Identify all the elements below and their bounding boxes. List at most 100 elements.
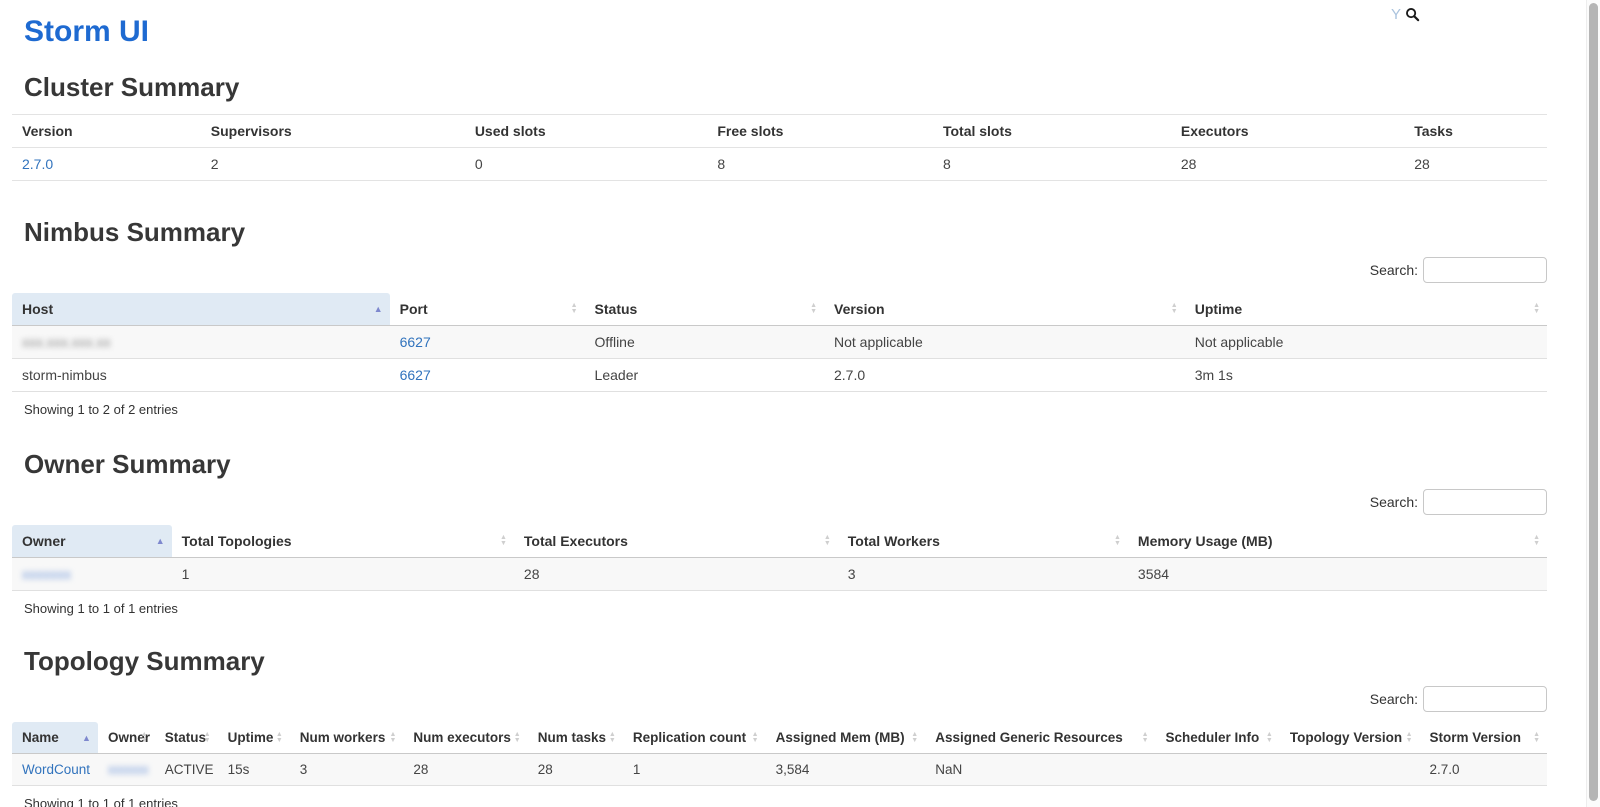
owner-entries-info: Showing 1 to 1 of 1 entries	[24, 601, 1547, 616]
col-nimbus-version[interactable]: Version▲▼	[824, 293, 1185, 326]
cluster-summary-table: Version Supervisors Used slots Free slot…	[12, 114, 1547, 181]
col-scheduler-info[interactable]: Scheduler Info▲▼	[1156, 722, 1280, 754]
topology-search-label: Search:	[1370, 691, 1418, 707]
col-num-executors[interactable]: Num executors▲▼	[403, 722, 527, 754]
topology-num-tasks: 28	[528, 754, 623, 786]
nimbus-port-link[interactable]: 6627	[400, 367, 431, 383]
col-port[interactable]: Port▲▼	[390, 293, 585, 326]
topology-num-workers: 3	[290, 754, 404, 786]
col-topo-status[interactable]: Status▲▼	[155, 722, 218, 754]
col-host[interactable]: Host▲	[12, 293, 390, 326]
owner-summary-heading: Owner Summary	[24, 449, 1547, 480]
col-status[interactable]: Status▲▼	[585, 293, 824, 326]
topology-name-link[interactable]: WordCount	[22, 762, 90, 777]
owner-memory-usage: 3584	[1128, 558, 1547, 591]
sort-icon: ▲▼	[276, 732, 283, 744]
sort-icon: ▲▼	[389, 732, 396, 744]
sort-icon: ▲▼	[609, 732, 616, 744]
col-supervisors: Supervisors	[201, 115, 465, 148]
sort-icon: ▲▼	[1171, 303, 1178, 315]
topology-num-executors: 28	[403, 754, 527, 786]
owner-summary-table: Owner▲ Total Topologies▲▼ Total Executor…	[12, 525, 1547, 591]
nimbus-host: storm-nimbus	[12, 359, 390, 392]
owner-total-workers: 3	[838, 558, 1128, 591]
sort-icon: ▲▼	[1114, 535, 1121, 547]
nimbus-uptime: 3m 1s	[1185, 359, 1547, 392]
owner-total-executors: 28	[514, 558, 838, 591]
col-topo-owner[interactable]: Owner▲▼	[98, 722, 155, 754]
owner-name-redacted[interactable]: xxxxxxx	[22, 566, 71, 582]
topology-scheduler-info	[1156, 754, 1280, 786]
sort-icon: ▲▼	[824, 535, 831, 547]
sort-icon: ▲▼	[500, 535, 507, 547]
col-num-tasks[interactable]: Num tasks▲▼	[528, 722, 623, 754]
sort-icon: ▲▼	[1266, 732, 1273, 744]
col-total-workers[interactable]: Total Workers▲▼	[838, 525, 1128, 558]
topology-owner-redacted[interactable]: xxxxxx	[108, 762, 149, 777]
topology-storm-version: 2.7.0	[1420, 754, 1548, 786]
topology-summary-heading: Topology Summary	[24, 646, 1547, 677]
col-assigned-generic-resources[interactable]: Assigned Generic Resources▲▼	[925, 722, 1155, 754]
owner-search-input[interactable]	[1423, 489, 1547, 515]
topology-summary-table: Name▲ Owner▲▼ Status▲▼ Uptime▲▼ Num work…	[12, 722, 1547, 786]
owner-total-topologies: 1	[172, 558, 514, 591]
col-name[interactable]: Name▲	[12, 722, 98, 754]
cluster-executors: 28	[1171, 148, 1404, 181]
cluster-total-slots: 8	[933, 148, 1171, 181]
cluster-used-slots: 0	[465, 148, 708, 181]
nimbus-search-label: Search:	[1370, 262, 1418, 278]
owner-search: Search:	[12, 489, 1547, 515]
col-topo-uptime[interactable]: Uptime▲▼	[218, 722, 290, 754]
cluster-supervisors: 2	[201, 148, 465, 181]
col-used-slots: Used slots	[465, 115, 708, 148]
nimbus-host-redacted: xxx.xxx.xxx.xx	[22, 334, 111, 350]
cluster-tasks: 28	[1404, 148, 1547, 181]
sort-asc-icon: ▲	[374, 304, 383, 314]
sort-icon: ▲▼	[141, 732, 148, 744]
topology-assigned-generic-resources: NaN	[925, 754, 1155, 786]
topology-search-input[interactable]	[1423, 686, 1547, 712]
topology-entries-info: Showing 1 to 1 of 1 entries	[24, 796, 1547, 807]
sort-icon: ▲▼	[571, 303, 578, 315]
nimbus-summary-table: Host▲ Port▲▼ Status▲▼ Version▲▼ Uptime▲▼…	[12, 293, 1547, 392]
topology-replication-count: 1	[623, 754, 766, 786]
owner-header-row: Owner▲ Total Topologies▲▼ Total Executor…	[12, 525, 1547, 558]
nimbus-search: Search:	[12, 257, 1547, 283]
col-executors: Executors	[1171, 115, 1404, 148]
topology-header-row: Name▲ Owner▲▼ Status▲▼ Uptime▲▼ Num work…	[12, 722, 1547, 754]
nimbus-row: storm-nimbus 6627 Leader 2.7.0 3m 1s	[12, 359, 1547, 392]
sort-icon: ▲▼	[514, 732, 521, 744]
sort-icon: ▲▼	[752, 732, 759, 744]
sort-icon: ▲▼	[1142, 732, 1149, 744]
sort-icon: ▲▼	[810, 303, 817, 315]
owner-search-label: Search:	[1370, 494, 1418, 510]
col-replication-count[interactable]: Replication count▲▼	[623, 722, 766, 754]
topology-status: ACTIVE	[155, 754, 218, 786]
nimbus-search-input[interactable]	[1423, 257, 1547, 283]
col-memory-usage[interactable]: Memory Usage (MB)▲▼	[1128, 525, 1547, 558]
nimbus-entries-info: Showing 1 to 2 of 2 entries	[24, 402, 1547, 417]
topology-row: WordCount xxxxxx ACTIVE 15s 3 28 28 1 3,…	[12, 754, 1547, 786]
col-total-executors[interactable]: Total Executors▲▼	[514, 525, 838, 558]
col-storm-version[interactable]: Storm Version▲▼	[1420, 722, 1548, 754]
col-uptime[interactable]: Uptime▲▼	[1185, 293, 1547, 326]
app-title-link[interactable]: Storm UI	[24, 0, 1547, 49]
topology-uptime: 15s	[218, 754, 290, 786]
col-total-slots: Total slots	[933, 115, 1171, 148]
col-assigned-mem[interactable]: Assigned Mem (MB)▲▼	[766, 722, 926, 754]
cluster-version-link[interactable]: 2.7.0	[22, 156, 53, 172]
nimbus-header-row: Host▲ Port▲▼ Status▲▼ Version▲▼ Uptime▲▼	[12, 293, 1547, 326]
cluster-summary-heading: Cluster Summary	[24, 72, 1547, 103]
nimbus-version: Not applicable	[824, 326, 1185, 359]
col-topology-version[interactable]: Topology Version▲▼	[1280, 722, 1420, 754]
nimbus-uptime: Not applicable	[1185, 326, 1547, 359]
nimbus-port-link[interactable]: 6627	[400, 334, 431, 350]
col-owner[interactable]: Owner▲	[12, 525, 172, 558]
sort-icon: ▲▼	[204, 732, 211, 744]
sort-icon: ▲▼	[1533, 732, 1540, 744]
nimbus-row: xxx.xxx.xxx.xx 6627 Offline Not applicab…	[12, 326, 1547, 359]
col-num-workers[interactable]: Num workers▲▼	[290, 722, 404, 754]
cluster-free-slots: 8	[707, 148, 933, 181]
owner-row: xxxxxxx 1 28 3 3584	[12, 558, 1547, 591]
col-total-topologies[interactable]: Total Topologies▲▼	[172, 525, 514, 558]
